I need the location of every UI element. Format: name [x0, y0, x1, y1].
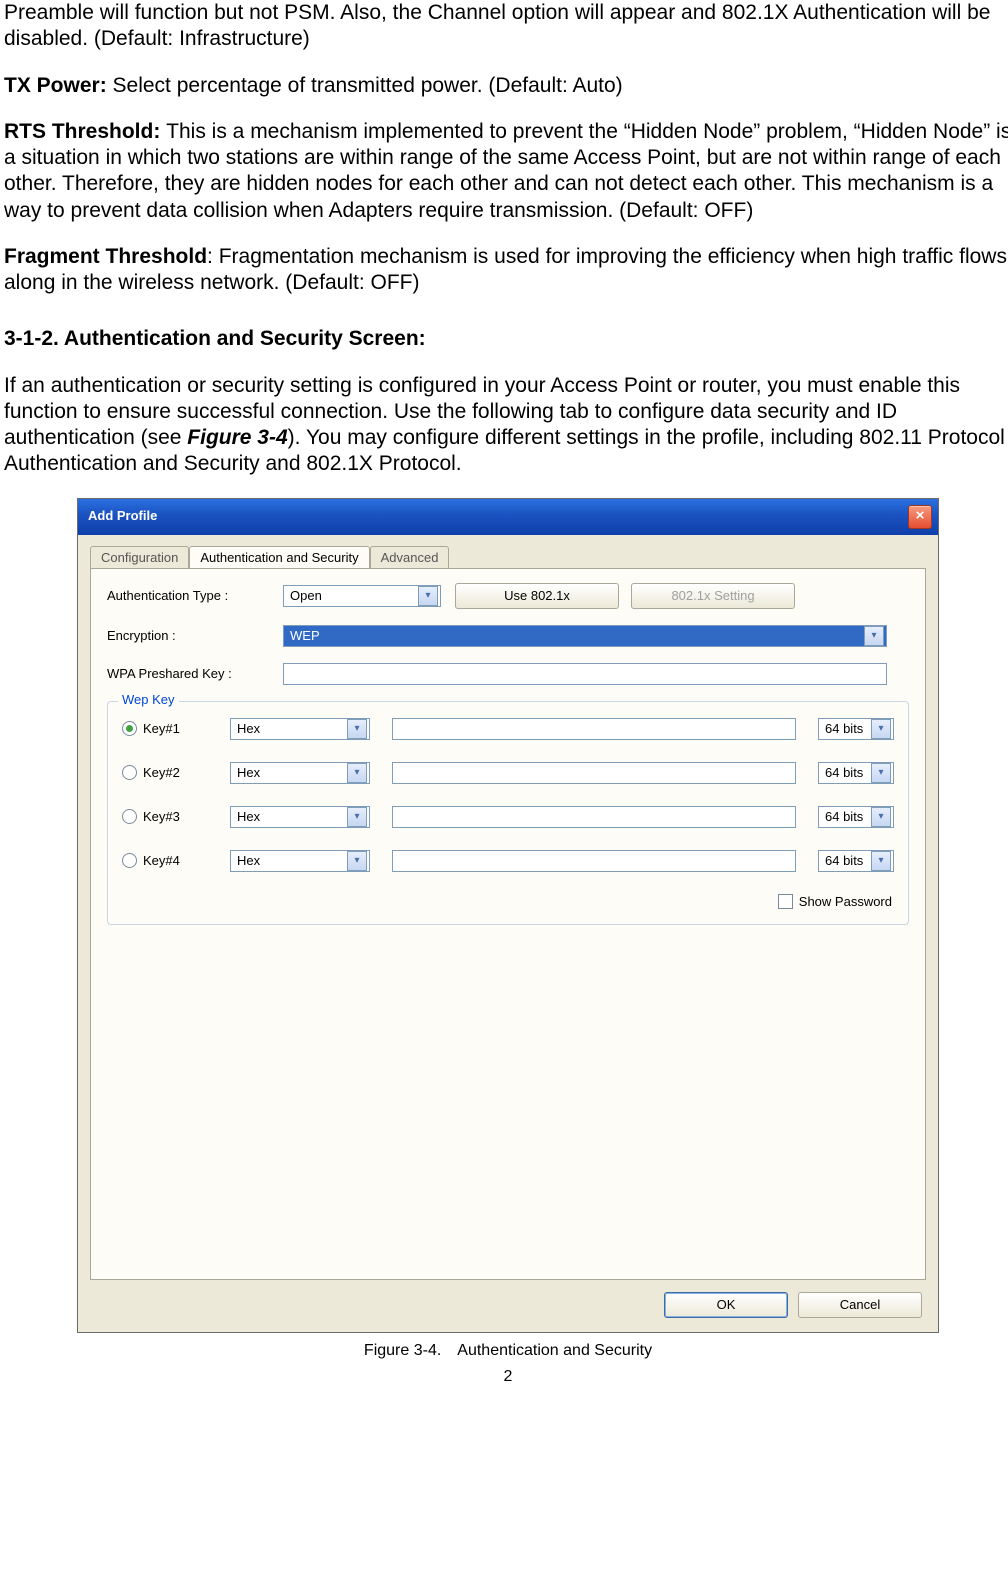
label-encryption: Encryption : — [107, 628, 283, 644]
select-key1-format-value: Hex — [237, 721, 260, 737]
wepkey-row-1: Key#1 Hex ▾ 64 bits ▾ — [122, 718, 894, 740]
select-encryption-value: WEP — [290, 628, 320, 644]
label-rts: RTS Threshold: — [4, 120, 166, 143]
chevron-down-icon: ▾ — [871, 763, 891, 783]
row-encryption: Encryption : WEP ▾ — [107, 625, 909, 647]
select-key3-format-value: Hex — [237, 809, 260, 825]
tab-panel: Authentication Type : Open ▾ Use 802.1x … — [90, 568, 926, 1280]
section-heading: 3-1-2. Authentication and Security Scree… — [4, 326, 1008, 352]
dialog-add-profile: Add Profile × Configuration Authenticati… — [77, 498, 939, 1333]
label-authtype: Authentication Type : — [107, 588, 283, 604]
select-key4-format[interactable]: Hex ▾ — [230, 850, 370, 872]
chevron-down-icon: ▾ — [871, 719, 891, 739]
para-intro: If an authentication or security setting… — [4, 373, 1008, 478]
select-key4-format-value: Hex — [237, 853, 260, 869]
select-key3-bits[interactable]: 64 bits ▾ — [818, 806, 894, 828]
window-title: Add Profile — [88, 508, 157, 524]
cancel-button[interactable]: Cancel — [798, 1292, 922, 1318]
8021x-setting-button: 802.1x Setting — [631, 583, 795, 609]
input-key1[interactable] — [392, 718, 796, 740]
row-wpapsk: WPA Preshared Key : — [107, 663, 909, 685]
chevron-down-icon: ▾ — [864, 626, 884, 646]
select-authtype-value: Open — [290, 588, 322, 604]
chevron-down-icon: ▾ — [347, 851, 367, 871]
select-authtype[interactable]: Open ▾ — [283, 585, 441, 607]
select-key3-format[interactable]: Hex ▾ — [230, 806, 370, 828]
input-key3[interactable] — [392, 806, 796, 828]
checkbox-show-password[interactable]: Show Password — [122, 894, 894, 910]
select-key1-bits[interactable]: 64 bits ▾ — [818, 718, 894, 740]
close-icon[interactable]: × — [908, 505, 932, 529]
tab-advanced[interactable]: Advanced — [370, 546, 450, 569]
select-key2-format[interactable]: Hex ▾ — [230, 762, 370, 784]
tab-authentication-security[interactable]: Authentication and Security — [189, 546, 369, 569]
radio-key4-label: Key#4 — [143, 853, 180, 869]
chevron-down-icon: ▾ — [347, 763, 367, 783]
input-key2[interactable] — [392, 762, 796, 784]
select-key1-bits-value: 64 bits — [825, 721, 863, 737]
radio-dot-icon — [122, 809, 137, 824]
para-preamble: Preamble will function but not PSM. Also… — [4, 0, 1008, 53]
select-key2-bits-value: 64 bits — [825, 765, 863, 781]
use-8021x-button[interactable]: Use 802.1x — [455, 583, 619, 609]
figure-screenshot: Add Profile × Configuration Authenticati… — [77, 498, 939, 1333]
select-key2-bits[interactable]: 64 bits ▾ — [818, 762, 894, 784]
para-txpower: TX Power: Select percentage of transmitt… — [4, 73, 1008, 99]
radio-key2[interactable]: Key#2 — [122, 765, 208, 781]
radio-dot-icon — [122, 765, 137, 780]
para-rts: RTS Threshold: This is a mechanism imple… — [4, 119, 1008, 224]
radio-key3-label: Key#3 — [143, 809, 180, 825]
dialog-buttons: OK Cancel — [78, 1292, 938, 1332]
radio-dot-icon — [122, 721, 137, 736]
chevron-down-icon: ▾ — [871, 851, 891, 871]
intro-figref: Figure 3-4 — [187, 426, 287, 449]
fieldset-wepkey: Wep Key Key#1 Hex ▾ 64 bits ▾ — [107, 701, 909, 925]
select-key4-bits[interactable]: 64 bits ▾ — [818, 850, 894, 872]
page-number: 2 — [4, 1367, 1008, 1387]
radio-key3[interactable]: Key#3 — [122, 809, 208, 825]
select-key3-bits-value: 64 bits — [825, 809, 863, 825]
chevron-down-icon: ▾ — [347, 807, 367, 827]
legend-wepkey: Wep Key — [118, 692, 179, 708]
chevron-down-icon: ▾ — [871, 807, 891, 827]
tabstrip: Configuration Authentication and Securit… — [78, 535, 938, 568]
label-wpapsk: WPA Preshared Key : — [107, 666, 283, 682]
titlebar[interactable]: Add Profile × — [78, 499, 938, 535]
wepkey-row-4: Key#4 Hex ▾ 64 bits ▾ — [122, 850, 894, 872]
input-wpapsk[interactable] — [283, 663, 887, 685]
select-key2-format-value: Hex — [237, 765, 260, 781]
radio-key1[interactable]: Key#1 — [122, 721, 208, 737]
row-authtype: Authentication Type : Open ▾ Use 802.1x … — [107, 583, 909, 609]
chevron-down-icon: ▾ — [418, 586, 438, 606]
select-encryption[interactable]: WEP ▾ — [283, 625, 887, 647]
radio-dot-icon — [122, 853, 137, 868]
select-key4-bits-value: 64 bits — [825, 853, 863, 869]
para-frag: Fragment Threshold: Fragmentation mechan… — [4, 244, 1008, 297]
input-key4[interactable] — [392, 850, 796, 872]
chevron-down-icon: ▾ — [347, 719, 367, 739]
radio-key1-label: Key#1 — [143, 721, 180, 737]
radio-key4[interactable]: Key#4 — [122, 853, 208, 869]
ok-button[interactable]: OK — [664, 1292, 788, 1318]
label-frag: Fragment Threshold — [4, 245, 207, 268]
select-key1-format[interactable]: Hex ▾ — [230, 718, 370, 740]
figure-caption: Figure 3-4. Authentication and Security — [4, 1341, 1008, 1361]
tab-configuration[interactable]: Configuration — [90, 546, 189, 569]
radio-key2-label: Key#2 — [143, 765, 180, 781]
wepkey-row-2: Key#2 Hex ▾ 64 bits ▾ — [122, 762, 894, 784]
checkbox-show-password-label: Show Password — [799, 894, 892, 910]
wepkey-row-3: Key#3 Hex ▾ 64 bits ▾ — [122, 806, 894, 828]
checkbox-icon — [778, 894, 793, 909]
text-txpower: Select percentage of transmitted power. … — [113, 74, 623, 97]
label-txpower: TX Power: — [4, 74, 113, 97]
